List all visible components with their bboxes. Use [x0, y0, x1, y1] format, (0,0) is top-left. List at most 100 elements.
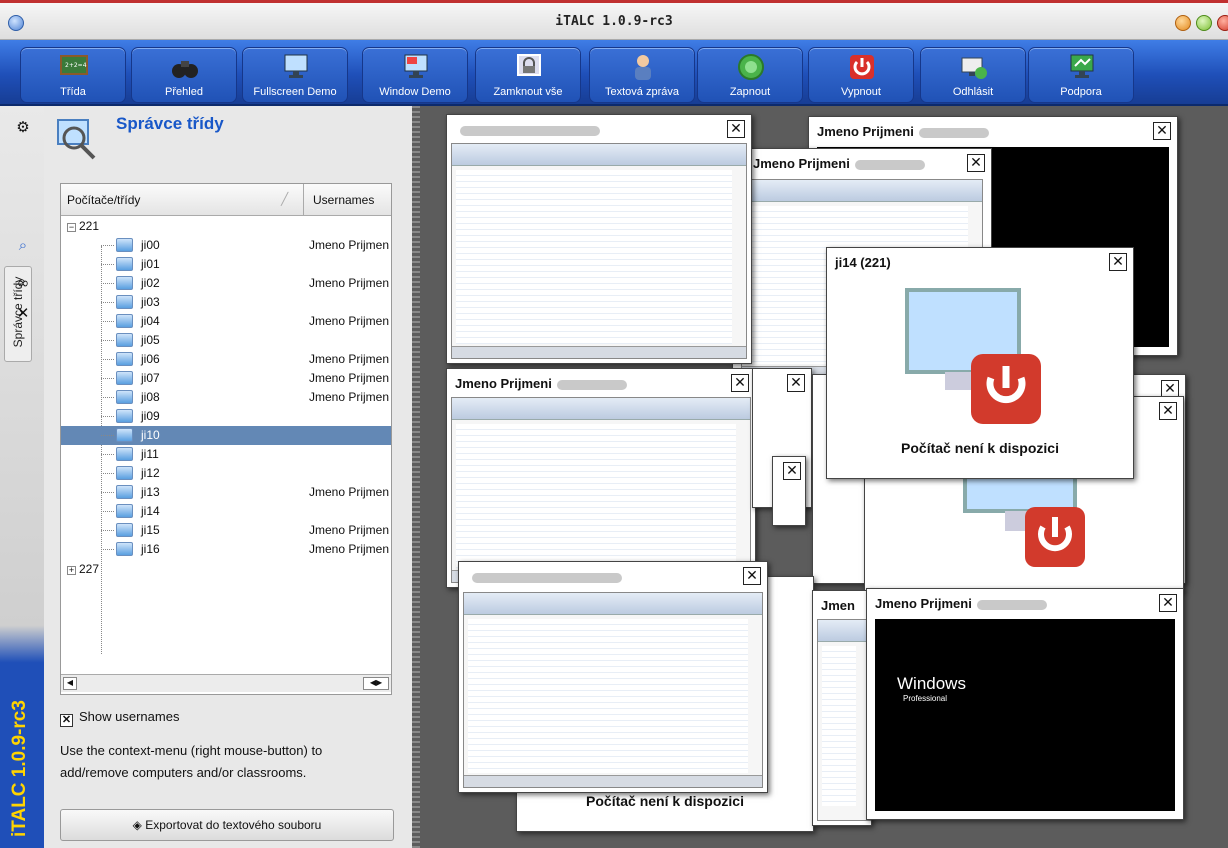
table-row[interactable]: ji01 — [61, 255, 391, 274]
logout-button[interactable]: Odhlásit — [920, 47, 1026, 103]
table-row[interactable]: ji07 Jmeno Prijmen — [61, 369, 391, 388]
windows-logo: Windows Professional — [897, 674, 966, 703]
column-usernames[interactable]: Usernames — [313, 193, 374, 207]
table-row[interactable]: ji12 — [61, 464, 391, 483]
panel-title: Správce třídy — [116, 114, 224, 133]
close-icon[interactable]: ✕ — [1153, 122, 1171, 140]
table-row-selected[interactable]: ji10 — [61, 426, 391, 445]
computer-icon — [116, 409, 133, 423]
close-icon[interactable]: ✕ — [1109, 253, 1127, 271]
settings-gears-icon[interactable]: ⚙ — [14, 118, 32, 136]
table-row[interactable]: ji11 — [61, 445, 391, 464]
classroom-manager-logo-icon — [57, 119, 96, 160]
table-row[interactable]: ji03 — [61, 293, 391, 312]
power-on-icon — [738, 54, 764, 80]
close-icon[interactable]: ✕ — [727, 120, 745, 138]
binoculars-icon — [172, 61, 198, 78]
computer-icon — [116, 390, 133, 404]
group-227[interactable]: +227 — [67, 562, 99, 576]
tree-header: Počítače/třídy ╱ Usernames — [61, 184, 391, 216]
table-row[interactable]: ji14 — [61, 502, 391, 521]
brand-label: iTALC 1.0.9-rc3 — [9, 700, 30, 837]
checkbox-checked-icon[interactable]: ✕ — [60, 714, 73, 727]
export-icon: ◈ — [132, 818, 146, 832]
horizontal-scrollbar[interactable]: ◀ ◀▶ — [61, 674, 391, 692]
overview-button[interactable]: Přehled — [131, 47, 237, 103]
window-demo-button[interactable]: Window Demo — [362, 47, 468, 103]
close-icon[interactable]: ✕ — [787, 374, 805, 392]
window-demo-icon — [404, 54, 428, 78]
computer-icon — [116, 333, 133, 347]
table-row[interactable]: ji05 — [61, 331, 391, 350]
computer-icon — [116, 485, 133, 499]
screen-window[interactable]: Jmeno Prijmeni ✕ Windows Professional — [866, 588, 1184, 820]
computer-icon — [116, 257, 133, 271]
computer-icon — [116, 295, 133, 309]
text-message-button[interactable]: Textová zpráva — [589, 47, 695, 103]
scroll-left-icon[interactable]: ◀ — [63, 677, 77, 690]
screen-window[interactable]: Jmeno Prijmeni ✕ — [446, 368, 756, 588]
power-off-button[interactable]: Vypnout — [808, 47, 914, 103]
fullscreen-demo-button[interactable]: Fullscreen Demo — [242, 47, 348, 103]
computer-icon — [116, 352, 133, 366]
computer-icon — [116, 428, 133, 442]
close-icon[interactable]: ✕ — [1159, 402, 1177, 420]
export-button[interactable]: ◈ Exportovat do textového souboru — [60, 809, 394, 841]
computer-tree[interactable]: Počítače/třídy ╱ Usernames −221 ji00 Jmen… — [60, 183, 392, 695]
screen-window-offline[interactable]: ji14 (221) ✕ Počítač není k dispozici — [826, 247, 1134, 479]
sort-indicator-icon: ╱ — [281, 192, 289, 206]
table-row[interactable]: ji13 Jmeno Prijmen — [61, 483, 391, 502]
column-computers[interactable]: Počítače/třídy — [67, 193, 140, 207]
group-221[interactable]: −221 — [67, 219, 99, 233]
screen-window[interactable]: ✕ — [772, 456, 806, 526]
close-icon[interactable]: ✕ — [1159, 594, 1177, 612]
screen-window[interactable]: Jmen — [812, 590, 872, 826]
maximize-icon[interactable] — [1196, 15, 1212, 31]
close-icon[interactable]: ✕ — [731, 374, 749, 392]
screen-window[interactable]: ✕ — [446, 114, 752, 364]
fullscreen-demo-icon — [284, 54, 308, 78]
magnifier-icon[interactable]: ⌕ — [14, 236, 32, 254]
lock-all-button[interactable]: Zamknout vše — [475, 47, 581, 103]
screen-overview-area: Jmeno Prijmeni ✕ Jmeno Prijmeni ✕ ✕ Jmen… — [412, 106, 1228, 848]
computer-icon — [116, 542, 133, 556]
computer-icon — [116, 276, 133, 290]
computer-icon — [116, 523, 133, 537]
table-row[interactable]: ji16 Jmeno Prijmen — [61, 540, 391, 559]
collapse-icon[interactable]: − — [67, 223, 76, 232]
power-on-button[interactable]: Zapnout — [697, 47, 803, 103]
close-window-icon[interactable] — [1217, 15, 1228, 31]
tools-icon[interactable]: ✕ — [14, 304, 32, 322]
close-icon[interactable]: ✕ — [743, 567, 761, 585]
table-row[interactable]: ji15 Jmeno Prijmen — [61, 521, 391, 540]
table-row[interactable]: ji09 — [61, 407, 391, 426]
title-bar: iTALC 1.0.9-rc3 — [0, 0, 1228, 40]
table-row[interactable]: ji08 Jmeno Prijmen — [61, 388, 391, 407]
close-icon[interactable]: ✕ — [783, 462, 801, 480]
scroll-arrows-icon[interactable]: ◀▶ — [363, 677, 389, 690]
screen-window[interactable]: ✕ — [458, 561, 768, 793]
expand-icon[interactable]: + — [67, 566, 76, 575]
computer-icon — [116, 371, 133, 385]
power-off-icon — [850, 55, 874, 79]
minimize-icon[interactable] — [1175, 15, 1191, 31]
table-row[interactable]: ji02 Jmeno Prijmen — [61, 274, 391, 293]
classroom-button[interactable]: 2+2=4 Třída — [20, 47, 126, 103]
table-row[interactable]: ji04 Jmeno Prijmen — [61, 312, 391, 331]
table-row[interactable]: ji06 Jmeno Prijmen — [61, 350, 391, 369]
support-icon — [1070, 54, 1094, 78]
main-toolbar: 2+2=4 Třída Přehled Fullscreen Demo Wind… — [0, 40, 1228, 106]
classroom-board-icon: 2+2=4 — [60, 55, 88, 75]
lock-screen-icon — [517, 54, 541, 76]
computer-icon — [116, 314, 133, 328]
text-message-icon — [635, 55, 651, 80]
classroom-manager-panel: Správce třídy Počítače/třídy ╱ Usernames… — [44, 106, 412, 848]
window-title: iTALC 1.0.9-rc3 — [555, 14, 673, 29]
binoculars-small-icon[interactable]: ∞ — [14, 274, 32, 292]
table-row[interactable]: ji00 Jmeno Prijmen — [61, 236, 391, 255]
close-icon[interactable]: ✕ — [967, 154, 985, 172]
show-usernames-checkbox[interactable]: ✕ Show usernames — [60, 709, 179, 727]
support-button[interactable]: Podpora — [1028, 47, 1134, 103]
computer-icon — [116, 466, 133, 480]
computer-icon — [116, 447, 133, 461]
